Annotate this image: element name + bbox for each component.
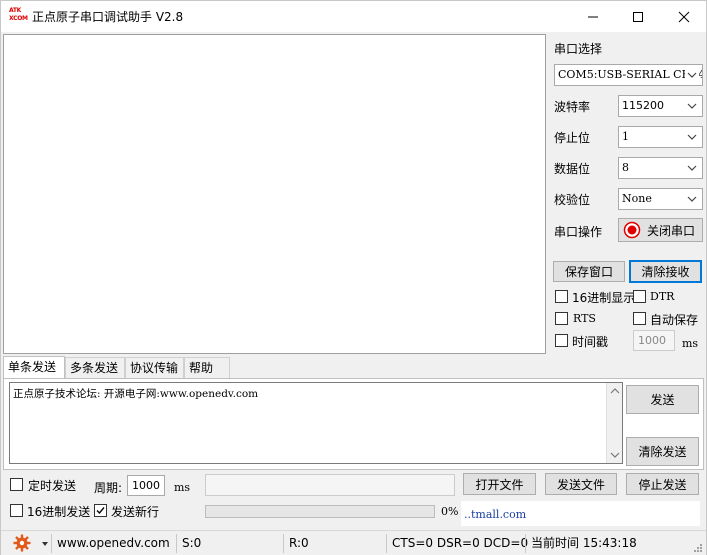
- timed-send-label: 定时发送: [28, 479, 77, 493]
- scroll-arrows-icon: [610, 388, 620, 458]
- dtr-label: DTR: [650, 290, 675, 303]
- rts-checkbox[interactable]: [555, 312, 568, 325]
- clear-receive-button[interactable]: 清除接收: [629, 260, 702, 283]
- send-newline-checkbox[interactable]: [94, 504, 107, 517]
- hex-display-checkbox[interactable]: [555, 290, 568, 303]
- dtr-checkbox[interactable]: [633, 290, 646, 303]
- chevron-down-icon: [687, 103, 697, 109]
- send-newline-label: 发送新行: [111, 505, 160, 519]
- tab-help[interactable]: 帮助: [184, 357, 230, 378]
- auto-save-label: 自动保存: [650, 313, 699, 327]
- timestamp-unit: ms: [682, 337, 699, 350]
- receive-textarea[interactable]: [3, 34, 546, 354]
- send-progress-bar: [205, 505, 435, 518]
- clear-send-button[interactable]: 清除发送: [626, 437, 699, 466]
- hex-send-label: 16进制发送: [27, 505, 91, 519]
- port-operation-label: 串口操作: [554, 225, 603, 239]
- status-website[interactable]: www.openedv.com: [51, 534, 174, 553]
- stop-bits-select[interactable]: 1: [618, 126, 703, 148]
- maximize-icon: [633, 11, 643, 22]
- baud-select[interactable]: 115200: [618, 95, 703, 117]
- tab-protocol[interactable]: 协议传输: [125, 357, 184, 378]
- window-title: 正点原子串口调试助手 V2.8: [32, 10, 184, 24]
- status-received: R:0: [283, 534, 385, 553]
- hex-display-label: 16进制显示: [572, 291, 636, 305]
- timestamp-label: 时间戳: [572, 335, 609, 349]
- file-path-input[interactable]: [205, 474, 455, 496]
- timed-send-checkbox[interactable]: [10, 478, 23, 491]
- minimize-button[interactable]: [570, 1, 616, 32]
- close-button[interactable]: [661, 1, 707, 32]
- record-icon: [623, 221, 641, 239]
- progress-percent: 0%: [441, 505, 459, 518]
- tab-single-send[interactable]: 单条发送: [3, 356, 65, 378]
- ad-link[interactable]: ..tmall.com: [464, 508, 526, 521]
- checkmark-icon: [96, 507, 105, 515]
- tab-multi-send[interactable]: 多条发送: [65, 357, 125, 378]
- period-unit: ms: [174, 481, 191, 494]
- caret-down-icon: [42, 542, 48, 546]
- parity-select[interactable]: None: [618, 188, 703, 210]
- open-file-button[interactable]: 打开文件: [463, 473, 536, 495]
- send-scrollbar[interactable]: [606, 383, 622, 463]
- send-button[interactable]: 发送: [626, 385, 699, 414]
- stop-send-button[interactable]: 停止发送: [626, 473, 699, 495]
- settings-dropdown[interactable]: [41, 537, 49, 551]
- resize-grip-icon[interactable]: [692, 542, 704, 555]
- save-window-button[interactable]: 保存窗口: [553, 261, 625, 282]
- chevron-down-icon: [687, 165, 697, 171]
- status-time: 当前时间 15:43:18: [525, 534, 695, 553]
- auto-save-checkbox[interactable]: [633, 312, 646, 325]
- status-lines: CTS=0 DSR=0 DCD=0: [386, 534, 528, 553]
- hex-send-checkbox[interactable]: [10, 504, 23, 517]
- ad-link-box[interactable]: ..tmall.com: [461, 501, 700, 526]
- app-logo-icon: ATK XCOM: [9, 7, 28, 22]
- period-label: 周期:: [94, 481, 123, 495]
- send-textarea[interactable]: 正点原子技术论坛: 开源电子网:www.openedv.com: [9, 382, 623, 464]
- status-sent: S:0: [176, 534, 282, 553]
- timestamp-checkbox[interactable]: [555, 334, 568, 347]
- period-input[interactable]: 1000: [127, 475, 165, 496]
- status-bar: www.openedv.com S:0 R:0 CTS=0 DSR=0 DCD=…: [1, 530, 706, 555]
- port-label: 串口选择: [554, 42, 603, 56]
- settings-gear-icon[interactable]: [13, 534, 31, 555]
- close-port-button[interactable]: 关闭串口: [618, 218, 703, 242]
- send-text: 正点原子技术论坛: 开源电子网:www.openedv.com: [13, 388, 259, 400]
- maximize-button[interactable]: [615, 1, 661, 32]
- parity-label: 校验位: [554, 193, 591, 207]
- data-bits-select[interactable]: 8: [618, 157, 703, 179]
- minimize-icon: [588, 16, 598, 17]
- chevron-down-icon: [687, 134, 697, 140]
- baud-label: 波特率: [554, 100, 591, 114]
- rts-label: RTS: [573, 312, 596, 325]
- stop-bits-label: 停止位: [554, 131, 591, 145]
- close-icon: [678, 11, 690, 22]
- data-bits-label: 数据位: [554, 162, 591, 176]
- chevron-down-icon: [685, 65, 699, 85]
- port-select[interactable]: COM5:USB-SERIAL CH340: [554, 64, 703, 86]
- chevron-down-icon: [687, 196, 697, 202]
- send-file-button[interactable]: 发送文件: [545, 473, 617, 495]
- timestamp-interval-input[interactable]: 1000: [633, 330, 675, 351]
- app-window: ATK XCOM 正点原子串口调试助手 V2.8 串口选择 COM5:USB-S…: [0, 0, 707, 555]
- title-bar: ATK XCOM 正点原子串口调试助手 V2.8: [1, 1, 706, 32]
